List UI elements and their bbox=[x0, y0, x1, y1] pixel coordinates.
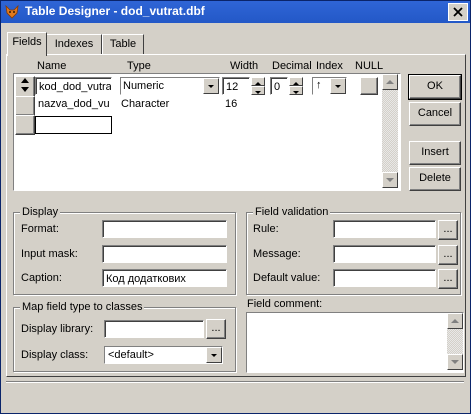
foxpro-fox-icon bbox=[5, 4, 19, 19]
row2-width[interactable]: 16 bbox=[225, 98, 237, 110]
message-builder-button[interactable]: ... bbox=[438, 245, 458, 265]
scroll-up-icon bbox=[386, 80, 394, 84]
message-input[interactable] bbox=[333, 245, 436, 263]
display-class-dropdown-button[interactable] bbox=[206, 347, 222, 363]
spin-up-button[interactable] bbox=[251, 77, 265, 86]
rule-label: Rule: bbox=[253, 223, 279, 235]
default-value-builder-button[interactable]: ... bbox=[438, 269, 458, 289]
tab-fields-label: Fields bbox=[12, 36, 42, 48]
row-mover-3[interactable] bbox=[15, 115, 35, 135]
column-header-type: Type bbox=[127, 60, 151, 72]
new-field-name-input[interactable] bbox=[35, 116, 112, 134]
map-classes-group-title: Map field type to classes bbox=[20, 301, 145, 313]
default-value-label: Default value: bbox=[253, 272, 321, 284]
caption-label: Caption: bbox=[21, 272, 62, 284]
rule-builder-button[interactable]: ... bbox=[438, 220, 458, 240]
display-group-title: Display bbox=[20, 206, 61, 218]
scroll-up-icon bbox=[451, 319, 459, 323]
default-value-input[interactable] bbox=[333, 269, 436, 287]
display-library-browse-button[interactable]: ... bbox=[206, 319, 226, 339]
insert-button[interactable]: Insert bbox=[409, 141, 461, 165]
comment-scroll-up-button[interactable] bbox=[447, 313, 463, 329]
tab-fields[interactable]: Fields bbox=[7, 32, 47, 56]
row1-decimal-spinner[interactable] bbox=[289, 77, 303, 95]
tab-indexes-label: Indexes bbox=[54, 38, 94, 50]
tab-indexes[interactable]: Indexes bbox=[46, 34, 102, 55]
tab-table[interactable]: Table bbox=[102, 34, 144, 55]
status-area bbox=[6, 381, 464, 408]
display-class-select[interactable]: <default> bbox=[104, 346, 223, 364]
scroll-down-icon bbox=[386, 178, 394, 182]
spin-down-button[interactable] bbox=[251, 86, 265, 95]
display-library-label: Display library: bbox=[21, 323, 94, 335]
field-comment-label: Field comment: bbox=[247, 298, 323, 310]
row1-index-select[interactable]: ↑ bbox=[312, 77, 347, 95]
row1-name-input[interactable]: kod_dod_vutra bbox=[35, 77, 112, 95]
caption-input[interactable]: Код додаткових bbox=[102, 269, 227, 287]
tab-table-label: Table bbox=[109, 38, 137, 50]
row1-decimal-input[interactable]: 0 bbox=[270, 77, 288, 95]
row1-type-select[interactable]: Numeric bbox=[120, 77, 220, 95]
close-icon bbox=[448, 3, 468, 21]
fields-grid[interactable]: kod_dod_vutra Numeric 12 0 ↑ nazva_dod_v… bbox=[13, 73, 401, 191]
row1-type-value: Numeric bbox=[123, 80, 164, 92]
column-header-name: Name bbox=[37, 60, 67, 72]
chevron-down-icon bbox=[335, 85, 341, 88]
move-arrows-icon bbox=[21, 78, 29, 92]
display-library-input[interactable] bbox=[104, 320, 204, 338]
cancel-button[interactable]: Cancel bbox=[409, 102, 461, 126]
format-input[interactable] bbox=[102, 220, 227, 238]
scroll-down-button[interactable] bbox=[382, 172, 398, 188]
close-button[interactable] bbox=[448, 3, 468, 21]
spin-down-button[interactable] bbox=[289, 86, 303, 95]
spin-down-icon bbox=[255, 91, 261, 94]
chevron-down-icon bbox=[208, 85, 214, 88]
spin-up-button[interactable] bbox=[289, 77, 303, 86]
scroll-down-icon bbox=[451, 360, 459, 364]
row1-width-spinner[interactable] bbox=[251, 77, 265, 95]
input-mask-label: Input mask: bbox=[21, 248, 78, 260]
column-header-width: Width bbox=[230, 60, 259, 72]
row2-type[interactable]: Character bbox=[121, 98, 169, 110]
display-class-value: <default> bbox=[108, 349, 154, 361]
row1-type-dropdown-button[interactable] bbox=[203, 78, 219, 94]
delete-button[interactable]: Delete bbox=[409, 167, 461, 191]
row-mover-2[interactable] bbox=[15, 96, 35, 116]
table-designer-window: Table Designer - dod_vutrat.dbf Fields I… bbox=[0, 0, 471, 414]
row1-null-toggle[interactable] bbox=[360, 77, 378, 95]
column-header-index: Index bbox=[316, 60, 343, 72]
format-label: Format: bbox=[21, 223, 59, 235]
message-label: Message: bbox=[253, 248, 301, 260]
comment-scrollbar[interactable] bbox=[447, 313, 463, 370]
comment-scroll-down-button[interactable] bbox=[447, 354, 463, 370]
chevron-down-icon bbox=[211, 354, 217, 357]
spin-down-icon bbox=[293, 91, 299, 94]
row1-index-dropdown-button[interactable] bbox=[330, 78, 346, 94]
row1-index-value: ↑ bbox=[316, 79, 322, 91]
grid-scrollbar[interactable] bbox=[382, 74, 398, 188]
display-class-label: Display class: bbox=[21, 349, 89, 361]
title-bar[interactable]: Table Designer - dod_vutrat.dbf bbox=[1, 1, 470, 23]
scroll-up-button[interactable] bbox=[382, 74, 398, 90]
ok-button[interactable]: OK bbox=[408, 74, 462, 100]
row-mover-1[interactable] bbox=[15, 76, 35, 98]
rule-input[interactable] bbox=[333, 220, 436, 238]
field-validation-group-title: Field validation bbox=[253, 206, 331, 218]
field-comment-textarea[interactable] bbox=[246, 312, 464, 373]
window-title: Table Designer - dod_vutrat.dbf bbox=[25, 4, 205, 18]
column-header-decimal: Decimal bbox=[272, 60, 312, 72]
row1-width-input[interactable]: 12 bbox=[222, 77, 250, 95]
row2-name[interactable]: nazva_dod_vu bbox=[38, 98, 110, 110]
column-header-null: NULL bbox=[355, 60, 384, 72]
input-mask-input[interactable] bbox=[102, 245, 227, 263]
